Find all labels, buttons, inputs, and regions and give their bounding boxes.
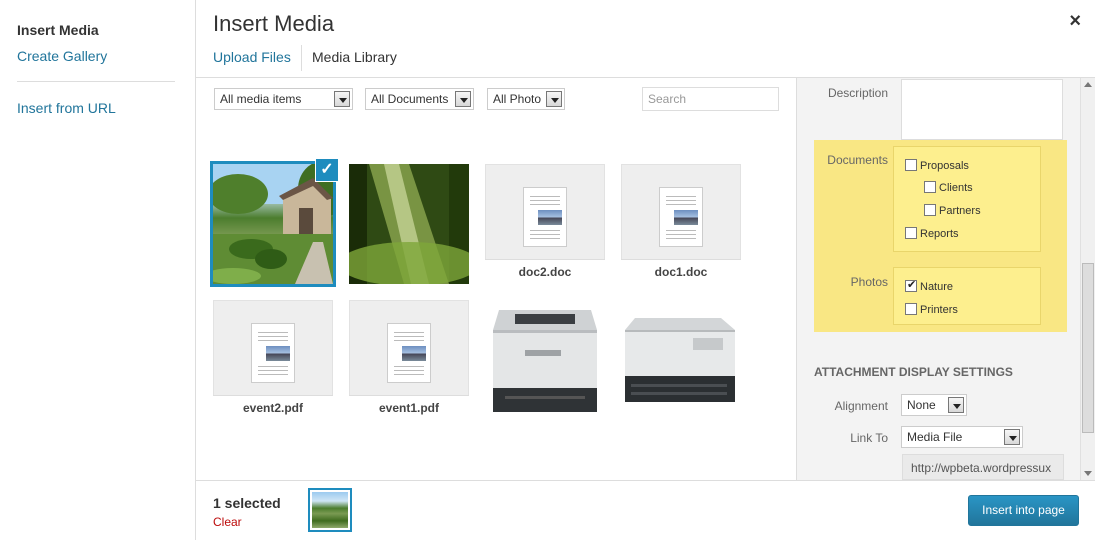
menu-insert-from-url[interactable]: Insert from URL: [17, 100, 116, 116]
document-icon: [251, 323, 295, 383]
checkbox-label: Partners: [939, 205, 981, 217]
documents-label: Documents: [827, 153, 888, 167]
chevron-down-icon[interactable]: [948, 397, 964, 413]
attachment-forest-photo[interactable]: [349, 164, 469, 284]
attachment-printer-1[interactable]: [485, 300, 605, 420]
attachment-filename: doc1.doc: [621, 259, 741, 284]
checkbox-icon[interactable]: [924, 204, 936, 216]
forest-photo-image: [349, 164, 469, 284]
checkbox-icon[interactable]: [905, 227, 917, 239]
media-type-filter-value: All media items: [220, 92, 302, 106]
search-input[interactable]: Search: [642, 87, 779, 111]
checkbox-icon[interactable]: [924, 181, 936, 193]
link-to-label: Link To: [850, 431, 888, 445]
checkbox-label: Clients: [939, 182, 973, 194]
attachment-doc1[interactable]: doc1.doc: [621, 164, 741, 284]
attachment-filename: event1.pdf: [349, 395, 469, 420]
link-to-select[interactable]: Media File: [901, 426, 1023, 448]
chevron-down-icon[interactable]: [546, 91, 562, 107]
alignment-label: Alignment: [834, 399, 888, 413]
printer-image: [485, 300, 605, 420]
menu-create-gallery[interactable]: Create Gallery: [17, 48, 107, 64]
tab-upload-files[interactable]: Upload Files: [213, 49, 291, 65]
attachment-doc2[interactable]: doc2.doc: [485, 164, 605, 284]
attachment-details-sidebar: Description Documents Proposals Clients …: [796, 78, 1080, 480]
attachment-filename: event2.pdf: [213, 395, 333, 420]
chevron-down-icon[interactable]: [1004, 429, 1020, 445]
document-icon: [387, 323, 431, 383]
selected-attachment-thumbnail[interactable]: [308, 488, 352, 532]
media-menu: Insert Media Create Gallery Insert from …: [0, 0, 196, 540]
description-label: Description: [827, 86, 888, 100]
selection-count: 1 selected: [213, 495, 281, 511]
attachment-event2[interactable]: event2.pdf: [213, 300, 333, 420]
modal-title: Insert Media: [213, 11, 335, 36]
scroll-up-icon[interactable]: [1084, 82, 1092, 87]
url-field[interactable]: http://wpbeta.wordpressux: [902, 454, 1064, 480]
scroll-down-icon[interactable]: [1084, 471, 1092, 476]
attachment-display-settings-title: ATTACHMENT DISPLAY SETTINGS: [814, 365, 1013, 379]
checkbox-clients[interactable]: Clients: [924, 181, 973, 194]
description-textarea[interactable]: [901, 79, 1063, 140]
clear-selection-link[interactable]: Clear: [213, 515, 242, 529]
sidebar-scrollbar[interactable]: [1080, 78, 1095, 480]
media-toolbar: 1 selected Clear Insert into page: [196, 480, 1095, 540]
modal-header: Insert Media × Upload Files Media Librar…: [196, 0, 1095, 78]
attachment-printer-2[interactable]: [621, 300, 741, 420]
scrollbar-thumb[interactable]: [1082, 263, 1094, 433]
document-icon: [523, 187, 567, 247]
menu-insert-media[interactable]: Insert Media: [17, 22, 99, 38]
chevron-down-icon[interactable]: [455, 91, 471, 107]
documents-filter[interactable]: All Documents: [365, 88, 474, 110]
checkbox-icon[interactable]: [905, 303, 917, 315]
checkbox-nature[interactable]: Nature: [905, 278, 954, 293]
attachment-event1[interactable]: event1.pdf: [349, 300, 469, 420]
tab-separator: [301, 45, 302, 71]
photos-checklist: Nature Printers: [893, 267, 1041, 325]
alignment-value: None: [907, 398, 936, 412]
checkmark-icon[interactable]: ✓: [315, 158, 339, 182]
link-to-value: Media File: [907, 430, 963, 444]
checkbox-icon[interactable]: [905, 159, 917, 171]
media-type-filter[interactable]: All media items: [214, 88, 353, 110]
checkbox-reports[interactable]: Reports: [905, 227, 959, 240]
house-photo-thumbnail: [312, 492, 348, 528]
documents-checklist: Proposals Clients Partners Reports: [893, 146, 1041, 252]
menu-separator: [17, 81, 175, 82]
photos-label: Photos: [850, 275, 888, 289]
document-icon: [659, 187, 703, 247]
tab-media-library[interactable]: Media Library: [312, 49, 397, 65]
insert-into-page-button[interactable]: Insert into page: [968, 495, 1079, 526]
media-library-content: All media items All Documents All Photo …: [196, 78, 796, 480]
photo-filter-value: All Photo: [493, 92, 542, 106]
checkbox-proposals[interactable]: Proposals: [905, 159, 969, 172]
alignment-select[interactable]: None: [901, 394, 967, 416]
house-photo-image: [213, 164, 333, 284]
checkbox-label: Printers: [920, 304, 958, 316]
printer-image: [621, 300, 741, 420]
chevron-down-icon[interactable]: [334, 91, 350, 107]
photo-filter[interactable]: All Photo: [487, 88, 565, 110]
checkbox-partners[interactable]: Partners: [924, 204, 981, 217]
attachment-filename: doc2.doc: [485, 259, 605, 284]
documents-filter-value: All Documents: [371, 92, 449, 106]
checkbox-checked-icon[interactable]: [905, 278, 917, 292]
checkbox-printers[interactable]: Printers: [905, 303, 958, 316]
checkbox-label: Nature: [920, 281, 954, 293]
checkbox-label: Reports: [920, 228, 959, 240]
checkbox-label: Proposals: [920, 160, 969, 172]
attachment-house-photo[interactable]: [213, 164, 333, 284]
close-icon[interactable]: ×: [1069, 10, 1081, 33]
